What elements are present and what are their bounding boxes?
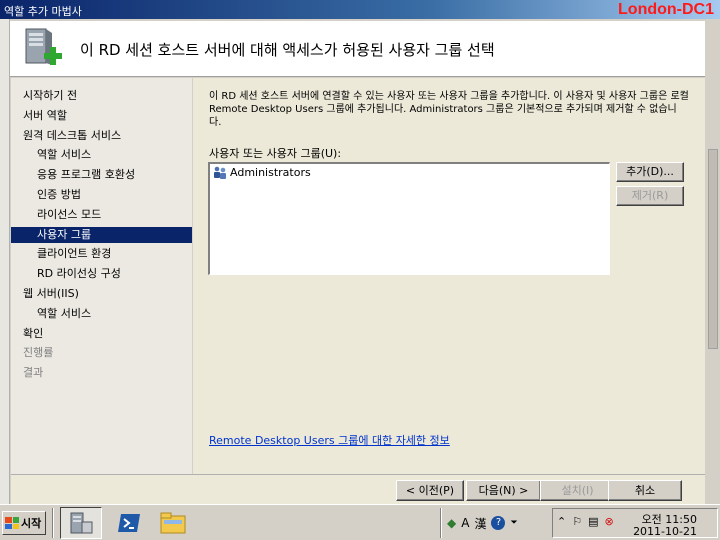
start-button[interactable]: 시작 xyxy=(2,511,46,535)
nav-item[interactable]: 라이선스 모드 xyxy=(11,207,192,223)
server-add-icon xyxy=(25,28,62,65)
more-info-link[interactable]: Remote Desktop Users 그룹에 대한 자세한 정보 xyxy=(209,432,450,448)
folder-icon xyxy=(160,512,186,534)
server-name-overlay: London-DC1 xyxy=(618,1,714,18)
title-bar[interactable]: 역할 추가 마법사 London-DC1 xyxy=(0,0,720,19)
nav-item[interactable]: 시작하기 전 xyxy=(11,88,192,104)
flag-icon[interactable]: ⚐ xyxy=(572,515,582,528)
wizard-footer: < 이전(P) 다음(N) > 설치(I) 취소 xyxy=(11,474,705,504)
list-item-label: Administrators xyxy=(230,166,311,179)
help-icon[interactable]: ? xyxy=(491,516,506,530)
window-left-border xyxy=(0,19,10,504)
user-group-listbox[interactable]: Administrators xyxy=(208,162,610,275)
window-title: 역할 추가 마법사 xyxy=(4,5,82,18)
system-tray: ⌃ ⚐ ▤ ⊗ 오전 11:50 2011-10-21 xyxy=(552,508,718,538)
nav-item[interactable]: 역할 서비스 xyxy=(11,306,192,322)
server-status-icon[interactable]: ▤ xyxy=(588,515,598,528)
nav-item[interactable]: 사용자 그룹 xyxy=(11,226,192,243)
user-group-icon xyxy=(214,166,226,179)
page-heading: 이 RD 세션 호스트 서버에 대해 액세스가 허용된 사용자 그룹 선택 xyxy=(80,41,495,59)
user-list-label: 사용자 또는 사용자 그룹(U): xyxy=(209,147,342,160)
list-item[interactable]: Administrators xyxy=(213,166,311,179)
taskbar-server-manager[interactable] xyxy=(60,507,102,539)
install-button[interactable]: 설치(I) xyxy=(540,480,615,501)
taskbar-separator xyxy=(52,508,54,538)
wizard-header: 이 RD 세션 호스트 서버에 대해 액세스가 허용된 사용자 그룹 선택 xyxy=(10,21,705,77)
network-error-icon[interactable]: ⊗ xyxy=(605,515,614,528)
scrollbar-thumb[interactable] xyxy=(708,149,718,349)
taskbar: 시작 ◆ A 漢 ? ⏷ ⌃ ⚐ ▤ ⊗ 오전 11:50 2011-10-21 xyxy=(0,504,720,540)
previous-button[interactable]: < 이전(P) xyxy=(396,480,464,501)
language-icon[interactable]: ◆ xyxy=(447,516,456,530)
wizard-nav: 시작하기 전 서버 역할 원격 데스크톱 서비스 역할 서비스 응용 프로그램 호환성 인… xyxy=(11,78,192,474)
ime-bar: ◆ A 漢 ? ⏷ xyxy=(447,511,518,535)
windows-logo-icon xyxy=(5,517,19,529)
cancel-button[interactable]: 취소 xyxy=(608,480,682,501)
nav-item[interactable]: 웹 서버(IIS) xyxy=(11,286,192,302)
nav-item[interactable]: RD 라이선싱 구성 xyxy=(11,266,192,282)
nav-item[interactable]: 결과 xyxy=(11,365,192,381)
server-manager-icon xyxy=(70,512,93,534)
nav-item[interactable]: 서버 역할 xyxy=(11,108,192,124)
nav-item[interactable]: 응용 프로그램 호환성 xyxy=(11,167,192,183)
remove-button[interactable]: 제거(R) xyxy=(616,186,684,206)
nav-item[interactable]: 클라이언트 환경 xyxy=(11,246,192,262)
window-scrollbar[interactable] xyxy=(706,19,720,504)
taskbar-explorer[interactable] xyxy=(152,507,194,539)
nav-item[interactable]: 진행률 xyxy=(11,345,192,361)
nav-item[interactable]: 인증 방법 xyxy=(11,187,192,203)
nav-item[interactable]: 원격 데스크톱 서비스 xyxy=(11,128,192,144)
start-label: 시작 xyxy=(21,517,42,530)
tray-expand-icon[interactable]: ⌃ xyxy=(557,515,566,528)
clock-date[interactable]: 2011-10-21 xyxy=(633,525,697,538)
powershell-icon xyxy=(118,514,140,532)
nav-item[interactable]: 확인 xyxy=(11,326,192,342)
ime-options-icon[interactable]: ⏷ xyxy=(510,518,517,528)
wizard-content: 이 RD 세션 호스트 서버에 연결할 수 있는 사용자 또는 사용자 그룹을 … xyxy=(193,78,705,474)
nav-item[interactable]: 역할 서비스 xyxy=(11,147,192,163)
next-button[interactable]: 다음(N) > xyxy=(466,480,541,501)
add-button[interactable]: 추가(D)... xyxy=(616,162,684,182)
ime-mode-hanja[interactable]: 漢 xyxy=(474,515,486,532)
page-description: 이 RD 세션 호스트 서버에 연결할 수 있는 사용자 또는 사용자 그룹을 … xyxy=(209,91,689,128)
taskbar-powershell[interactable] xyxy=(108,507,150,539)
ime-mode-a[interactable]: A xyxy=(461,516,469,530)
taskbar-separator xyxy=(440,508,442,538)
